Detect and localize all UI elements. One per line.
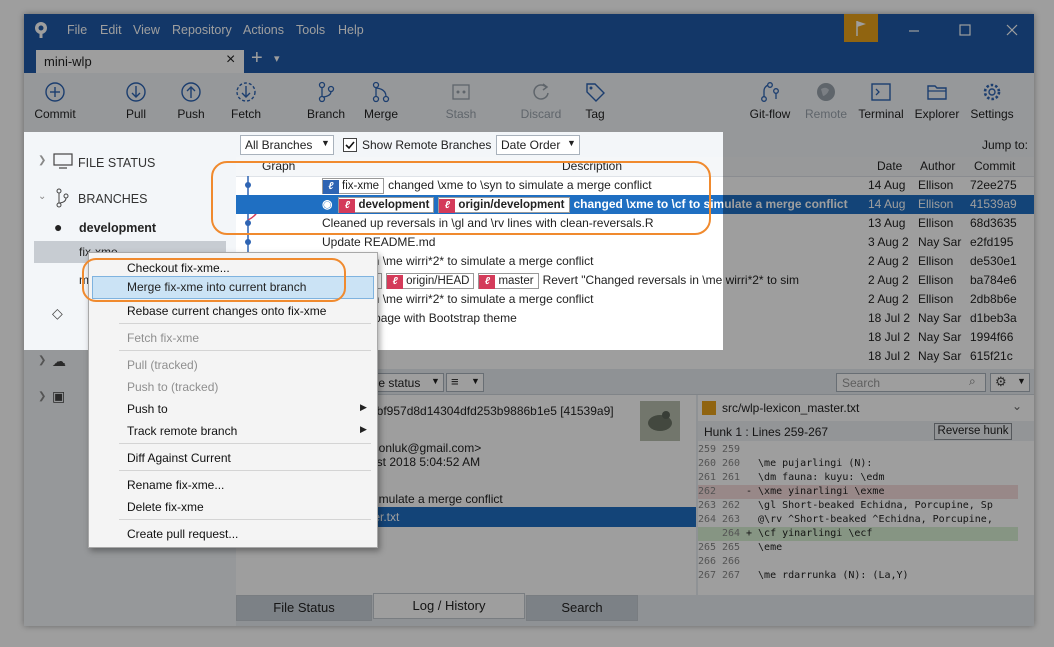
branch-tag-icon: ℓ [479, 274, 496, 289]
menu-push-tracked: Push to (tracked) [127, 380, 219, 394]
branch-icon [55, 188, 69, 208]
sidebar-branch-development[interactable]: development [79, 221, 156, 235]
chevron-down-icon: ▼ [321, 138, 330, 148]
branch-tag-label: origin/HEAD [406, 274, 470, 287]
sidebar-branches[interactable]: BRANCHES [78, 192, 147, 206]
menu-fetch: Fetch fix-xme [127, 331, 200, 345]
current-branch-dot-icon: ● [54, 219, 63, 235]
branch-filter-select[interactable]: All Branches ▼ [240, 135, 334, 155]
branch-tag[interactable]: ℓmaster [478, 272, 539, 289]
menu-track-remote[interactable]: Track remote branch [127, 424, 237, 438]
menu-diff-against-current[interactable]: Diff Against Current [127, 451, 231, 465]
order-select[interactable]: Date Order ▼ [496, 135, 580, 155]
backdrop-left [0, 132, 24, 350]
tag-icon: ◇ [52, 305, 63, 321]
chevron-down-icon[interactable]: ⌄ [38, 191, 46, 202]
branch-tag-icon: ℓ [387, 274, 404, 289]
highlight-commits [211, 161, 711, 235]
menu-create-pr[interactable]: Create pull request... [127, 527, 238, 541]
order-value: Date Order [501, 138, 561, 152]
menu-pull-tracked: Pull (tracked) [127, 358, 198, 372]
menu-rebase[interactable]: Rebase current changes onto fix-xme [127, 304, 326, 318]
branch-filter-value: All Branches [245, 138, 313, 152]
menu-rename[interactable]: Rename fix-xme... [127, 478, 224, 492]
backdrop-right [723, 132, 1054, 350]
chevron-right-icon[interactable]: ❯ [38, 155, 46, 166]
menu-delete[interactable]: Delete fix-xme [127, 500, 204, 514]
show-remote-label: Show Remote Branches [362, 138, 492, 152]
highlight-merge-item [82, 258, 346, 302]
sidebar-file-status[interactable]: FILE STATUS [78, 156, 155, 170]
branch-tag-label: master [498, 274, 534, 287]
menu-separator [119, 519, 371, 520]
checkmark-icon [345, 141, 355, 150]
menu-separator [119, 323, 371, 324]
branch-tag[interactable]: ℓ origin/HEAD [386, 272, 475, 289]
submenu-arrow-icon: ▶ [360, 424, 367, 434]
chevron-down-icon: ▼ [567, 138, 576, 148]
menu-separator [119, 350, 371, 351]
commit-description: Update README.md [322, 235, 436, 249]
monitor-icon [53, 153, 73, 169]
menu-separator [119, 470, 371, 471]
show-remote-checkbox[interactable] [343, 138, 357, 152]
menu-separator [119, 443, 371, 444]
menu-push-to[interactable]: Push to [127, 402, 168, 416]
submenu-arrow-icon: ▶ [360, 402, 367, 412]
backdrop-top [0, 0, 1054, 132]
